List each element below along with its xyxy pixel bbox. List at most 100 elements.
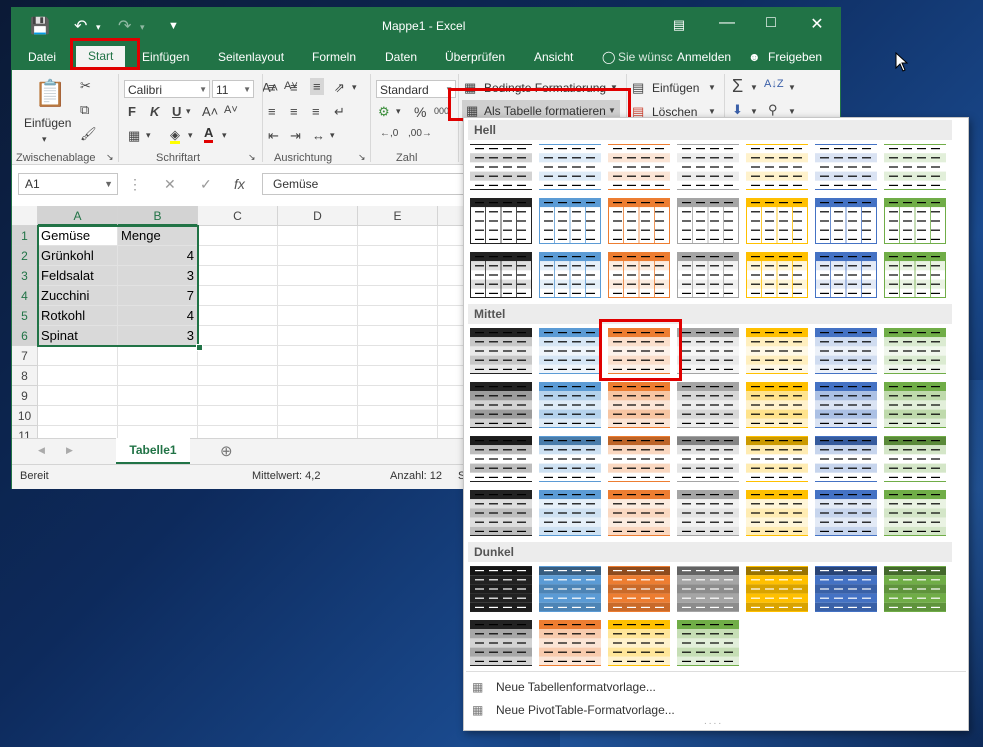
cell[interactable]	[118, 406, 198, 426]
font-color-button[interactable]: A	[204, 126, 214, 143]
font-launcher-icon[interactable]: ↘	[248, 152, 256, 163]
orientation-icon[interactable]: ⇗	[334, 80, 345, 96]
cell[interactable]	[278, 366, 358, 386]
tab-ueberpruefen[interactable]: Überprüfen	[445, 50, 505, 64]
cell[interactable]	[278, 406, 358, 426]
row-header-11[interactable]: 11	[12, 426, 38, 438]
column-header-a[interactable]: A	[38, 206, 118, 226]
insert-cells-icon[interactable]: ▤	[632, 80, 644, 96]
table-style-thumbnail[interactable]	[539, 620, 601, 666]
cell[interactable]	[198, 266, 278, 286]
delete-dropdown-icon[interactable]: ▼	[708, 107, 716, 116]
row-header-5[interactable]: 5	[12, 306, 38, 326]
table-style-thumbnail[interactable]	[608, 566, 670, 612]
underline-button[interactable]: U	[172, 104, 181, 119]
table-style-thumbnail[interactable]	[884, 144, 946, 190]
merge-center-icon[interactable]: ↔	[312, 128, 325, 143]
table-style-thumbnail[interactable]	[470, 328, 532, 374]
ribbon-display-icon[interactable]: ▤	[664, 17, 694, 33]
cell[interactable]	[358, 406, 438, 426]
fill-dropdown-icon[interactable]: ▼	[750, 107, 758, 116]
undo-icon[interactable]: ↶	[74, 16, 87, 36]
table-style-thumbnail[interactable]	[539, 144, 601, 190]
cell[interactable]	[38, 426, 118, 438]
alignment-launcher-icon[interactable]: ↘	[358, 152, 366, 163]
row-header-10[interactable]: 10	[12, 406, 38, 426]
sort-dropdown-icon[interactable]: ▼	[788, 83, 796, 92]
align-left-icon[interactable]: ≡	[268, 104, 276, 119]
table-style-thumbnail[interactable]	[470, 490, 532, 536]
cell[interactable]	[278, 326, 358, 346]
cell[interactable]	[198, 346, 278, 366]
font-size-select[interactable]: 11 ▼	[212, 80, 254, 98]
cell[interactable]	[358, 246, 438, 266]
cell[interactable]	[118, 346, 198, 366]
table-style-thumbnail[interactable]	[470, 252, 532, 298]
wrap-text-icon[interactable]: ↵	[334, 104, 345, 120]
table-style-thumbnail[interactable]	[470, 382, 532, 428]
table-style-thumbnail[interactable]	[608, 252, 670, 298]
cell[interactable]	[198, 386, 278, 406]
table-style-thumbnail[interactable]	[884, 436, 946, 482]
cell[interactable]	[198, 286, 278, 306]
table-style-thumbnail[interactable]	[539, 328, 601, 374]
row-header-1[interactable]: 1	[12, 226, 38, 246]
column-header-b[interactable]: B	[118, 206, 198, 226]
cell[interactable]	[198, 406, 278, 426]
table-style-thumbnail[interactable]	[677, 490, 739, 536]
table-style-thumbnail[interactable]	[815, 252, 877, 298]
resize-grip[interactable]: ....	[704, 716, 723, 727]
number-format-select[interactable]: Standard ▼	[376, 80, 456, 98]
cell[interactable]	[38, 386, 118, 406]
cell[interactable]	[358, 326, 438, 346]
cell[interactable]	[278, 246, 358, 266]
paste-dropdown-icon[interactable]: ▾	[42, 134, 47, 145]
borders-dropdown-icon[interactable]: ▾	[146, 130, 151, 141]
table-style-thumbnail[interactable]	[608, 382, 670, 428]
table-style-thumbnail[interactable]	[815, 198, 877, 244]
cell[interactable]	[118, 426, 198, 438]
italic-button[interactable]: K	[150, 104, 159, 119]
customize-qat-icon[interactable]: ▼	[168, 20, 179, 32]
row-header-7[interactable]: 7	[12, 346, 38, 366]
insert-dropdown-icon[interactable]: ▼	[708, 83, 716, 92]
table-style-thumbnail[interactable]	[470, 144, 532, 190]
tell-me-input[interactable]: Sie wünsc	[618, 50, 673, 64]
row-header-6[interactable]: 6	[12, 326, 38, 346]
shrink-font-icon-2[interactable]: A˅	[224, 104, 238, 116]
table-style-thumbnail[interactable]	[539, 198, 601, 244]
column-header-d[interactable]: D	[278, 206, 358, 226]
table-style-thumbnail[interactable]	[884, 252, 946, 298]
align-center-icon[interactable]: ≡	[290, 104, 298, 119]
share-button[interactable]: Freigeben	[768, 50, 822, 64]
cell[interactable]	[38, 406, 118, 426]
scroll-left-icon[interactable]: ◀	[38, 445, 45, 456]
fill-color-icon[interactable]: ◈	[170, 128, 180, 144]
cell[interactable]	[358, 306, 438, 326]
cell[interactable]	[198, 306, 278, 326]
table-style-thumbnail[interactable]	[815, 382, 877, 428]
cell[interactable]	[278, 386, 358, 406]
fill-color-dropdown-icon[interactable]: ▾	[188, 130, 193, 141]
table-style-thumbnail[interactable]	[746, 198, 808, 244]
percent-button[interactable]: %	[414, 104, 426, 120]
table-style-thumbnail[interactable]	[815, 144, 877, 190]
grow-font-icon-2[interactable]: A˄	[202, 104, 218, 119]
signin-link[interactable]: Anmelden	[677, 50, 731, 64]
format-painter-icon[interactable]: 🖌	[80, 126, 97, 142]
cell[interactable]	[278, 286, 358, 306]
thousands-separator-button[interactable]: 000	[434, 106, 449, 116]
row-header-3[interactable]: 3	[12, 266, 38, 286]
table-style-thumbnail[interactable]	[677, 436, 739, 482]
table-style-thumbnail[interactable]	[539, 252, 601, 298]
cell[interactable]	[278, 266, 358, 286]
sheet-tab-tabelle1[interactable]: Tabelle1	[116, 438, 190, 464]
table-style-thumbnail[interactable]	[470, 436, 532, 482]
table-style-thumbnail[interactable]	[746, 252, 808, 298]
close-icon[interactable]: ✕	[802, 14, 832, 34]
cell[interactable]	[198, 226, 278, 246]
find-dropdown-icon[interactable]: ▼	[788, 107, 796, 116]
row-header-2[interactable]: 2	[12, 246, 38, 266]
clipboard-launcher-icon[interactable]: ↘	[106, 152, 114, 163]
cell[interactable]	[358, 366, 438, 386]
